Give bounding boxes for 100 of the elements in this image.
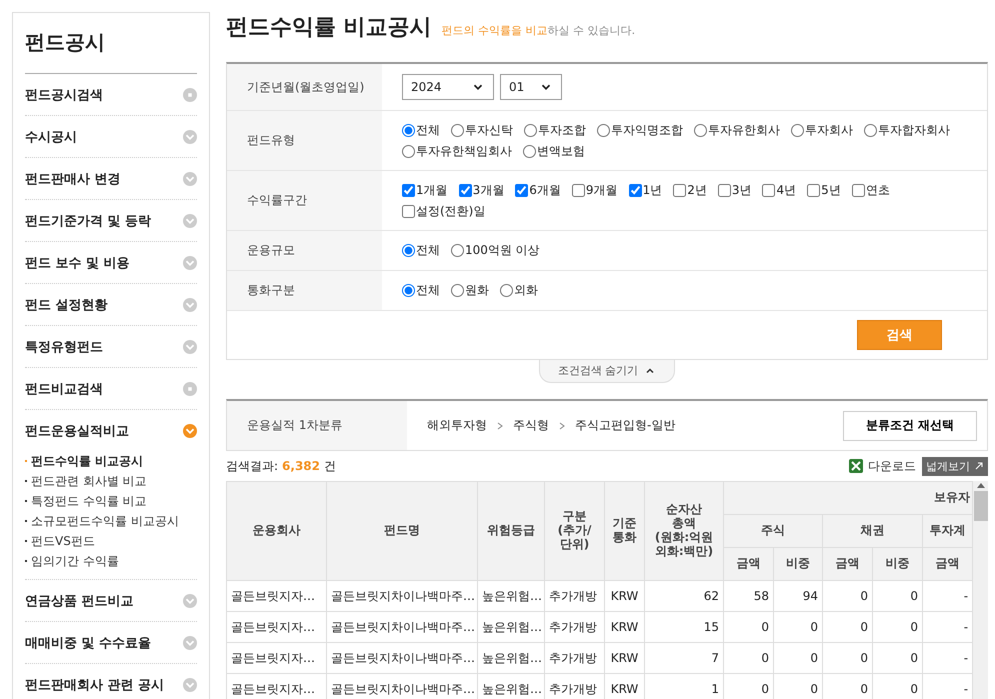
column-header: 운용회사 — [226, 482, 326, 580]
table-cell: 추가개방 — [544, 642, 604, 674]
submenu-item[interactable]: 임의기간 수익률 — [25, 551, 197, 571]
chevron-right-icon — [559, 422, 565, 430]
table-cell: 0 — [822, 612, 872, 642]
select-field[interactable]: 01 — [500, 74, 562, 100]
checkbox[interactable] — [402, 204, 415, 218]
breadcrumb-item: 해외투자형 — [427, 417, 487, 434]
column-header: 위험등급 — [478, 482, 544, 580]
radio-button[interactable] — [524, 124, 537, 136]
sidebar-item[interactable]: 매매비중 및 수수료율 — [25, 634, 152, 652]
table-cell: 높은위험… — [478, 612, 544, 642]
submenu-item[interactable]: 특정펀드 수익률 비교 — [25, 491, 197, 511]
checkbox[interactable] — [515, 184, 528, 196]
filter-label: 펀드유형 — [247, 132, 295, 149]
sidebar-item[interactable]: 펀드 설정현황 — [25, 296, 108, 314]
sidebar-item[interactable]: 수시공시 — [25, 128, 77, 146]
scroll-thumb[interactable] — [974, 491, 988, 521]
submenu-item[interactable]: 펀드VS펀드 — [25, 531, 197, 551]
page-subtitle: 펀드의 수익률을 비교하실 수 있습니다. — [442, 23, 636, 38]
radio-button[interactable] — [402, 244, 415, 257]
select-field[interactable]: 2024 — [402, 74, 494, 100]
checkbox[interactable] — [718, 184, 731, 196]
results-count: 6,382 — [282, 459, 320, 473]
radio-button[interactable] — [791, 124, 804, 136]
radio-button[interactable] — [451, 284, 464, 297]
option-label: 변액보험 — [537, 142, 585, 160]
page-title: 펀드수익률 비교공시 — [226, 14, 432, 42]
hide-filters-tab[interactable]: 조건검색 숨기기 — [538, 360, 676, 383]
checkbox[interactable] — [458, 184, 472, 196]
table-cell: 0 — [822, 642, 872, 674]
checkbox[interactable] — [852, 184, 865, 196]
option-label: 전체 — [416, 122, 440, 138]
table-cell: 높은위험… — [478, 580, 544, 612]
option-label: 투자유한회사 — [708, 122, 780, 138]
sidebar-item[interactable]: 펀드기준가격 및 등락 — [25, 212, 152, 230]
table-cell: 0 — [774, 642, 822, 674]
scroll-up-icon[interactable] — [976, 481, 986, 489]
download-link[interactable]: 다운로드 — [848, 458, 916, 474]
radio-button[interactable] — [402, 144, 415, 158]
checkbox[interactable] — [402, 184, 415, 196]
table-cell: 0 — [872, 642, 922, 674]
table-cell: 15 — [644, 612, 724, 642]
option-label: 3개월 — [472, 182, 504, 198]
radio-button[interactable] — [402, 284, 415, 297]
submenu-item[interactable]: 소규모펀드수익률 비교공시 — [25, 511, 197, 531]
radio-button[interactable] — [523, 144, 536, 158]
filter-label: 수익률구간 — [247, 192, 307, 209]
table-cell: 0 — [872, 612, 922, 642]
checkbox[interactable] — [673, 184, 686, 196]
checkbox[interactable] — [628, 184, 642, 196]
option-label: 외화 — [514, 282, 538, 299]
sidebar-item[interactable]: 연금상품 펀드비교 — [25, 592, 134, 610]
option-label: 1년 — [642, 182, 662, 198]
table-cell: 0 — [872, 580, 922, 612]
checkbox[interactable] — [762, 184, 776, 196]
wide-view-button[interactable]: 넓게보기 — [922, 456, 988, 476]
results-unit: 건 — [324, 458, 336, 474]
sidebar-item[interactable]: 펀드비교검색 — [25, 380, 103, 398]
column-header: 투자계 — [922, 514, 973, 548]
chevron-right-icon — [497, 422, 503, 430]
sidebar-item[interactable]: 펀드 보수 및 비용 — [25, 254, 130, 272]
column-header: 채권 — [822, 514, 922, 548]
column-header: 금액 — [724, 548, 774, 580]
sidebar-item[interactable]: 펀드운용실적비교 — [25, 422, 129, 440]
sidebar-item[interactable]: 펀드판매사 변경 — [25, 170, 121, 188]
classification-label: 운용실적 1차분류 — [247, 417, 342, 434]
table-cell: 골든브릿지차이나백마주… — [326, 642, 478, 674]
option-label: 100억원 이상 — [465, 242, 540, 259]
table-cell: 골든브릿지자… — [226, 674, 326, 699]
radio-button[interactable] — [402, 124, 415, 136]
checkbox[interactable] — [572, 184, 585, 196]
sidebar-item[interactable]: 펀드판매회사 관련 공시 — [25, 676, 164, 694]
table-cell: 94 — [774, 580, 822, 612]
radio-button[interactable] — [694, 124, 707, 136]
option-label: 원화 — [465, 282, 489, 299]
checkbox[interactable] — [807, 184, 820, 196]
column-header: 금액 — [922, 548, 973, 580]
chevron-icon[interactable] — [183, 424, 197, 438]
radio-button[interactable] — [500, 284, 513, 297]
radio-button[interactable] — [864, 124, 877, 136]
table-cell: 골든브릿지자… — [226, 612, 326, 642]
submenu-item[interactable]: 펀드수익률 비교공시 — [25, 451, 197, 471]
option-label: 투자익명조합 — [611, 122, 683, 138]
table-cell: 62 — [644, 580, 724, 612]
sidebar-item[interactable]: 펀드공시검색 — [25, 86, 103, 104]
table-cell: 높은위험… — [478, 642, 544, 674]
submenu-item[interactable]: 펀드관련 회사별 비교 — [25, 471, 197, 491]
column-header: 보유자 — [724, 482, 973, 514]
radio-button[interactable] — [597, 124, 610, 136]
filter-label: 운용규모 — [247, 242, 295, 259]
table-cell: 추가개방 — [544, 580, 604, 612]
radio-button[interactable] — [451, 124, 464, 136]
sidebar-item[interactable]: 특정유형펀드 — [25, 338, 103, 356]
column-header: 금액 — [822, 548, 872, 580]
results-label: 검색결과: — [226, 458, 278, 474]
table-cell: KRW — [604, 642, 644, 674]
radio-button[interactable] — [451, 244, 464, 257]
reselect-button[interactable]: 분류조건 재선택 — [843, 410, 977, 440]
option-label: 2년 — [687, 182, 707, 198]
